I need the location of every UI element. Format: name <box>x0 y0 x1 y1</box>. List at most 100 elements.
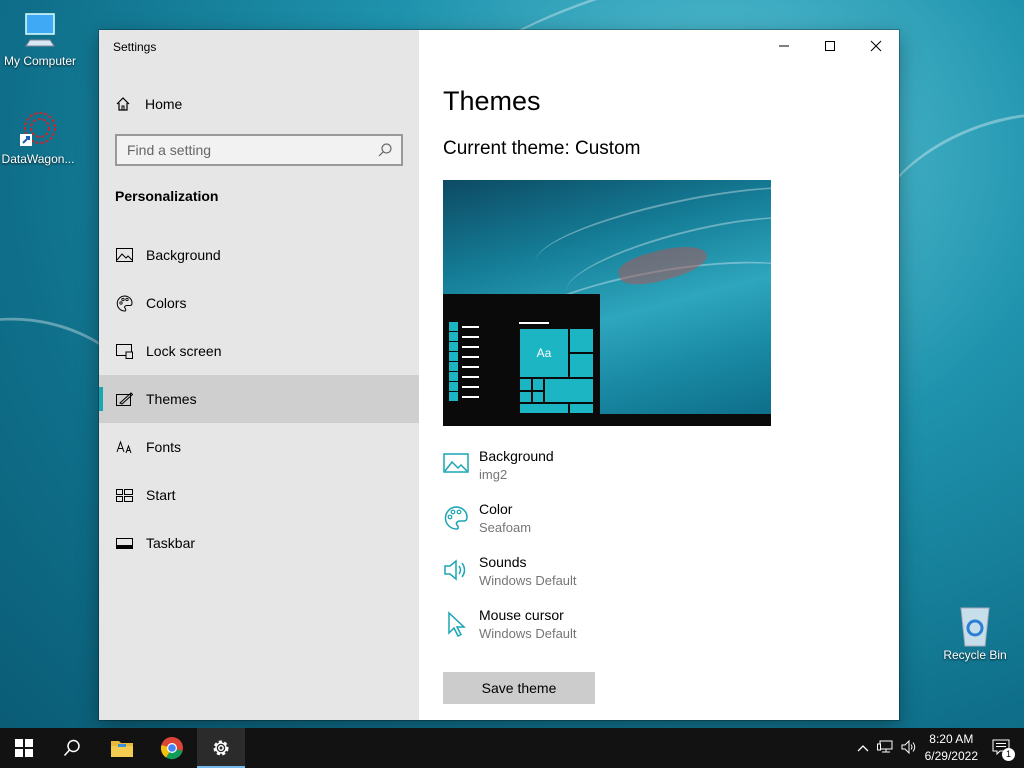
theme-item-name: Mouse cursor <box>479 607 564 623</box>
close-button[interactable] <box>853 30 899 62</box>
settings-icon <box>213 740 229 756</box>
chrome-button[interactable] <box>148 728 196 768</box>
minimize-button[interactable] <box>761 30 807 62</box>
window-controls <box>761 30 899 62</box>
network-icon <box>876 740 893 752</box>
start-button[interactable] <box>0 728 48 768</box>
search-icon <box>377 142 393 161</box>
preview-tile <box>532 391 544 403</box>
preview-tile <box>569 328 594 353</box>
close-icon <box>870 40 882 52</box>
sidebar-item-themes[interactable]: Themes <box>99 375 419 423</box>
preview-tile <box>519 403 569 414</box>
start-icon <box>115 486 133 504</box>
network-button[interactable] <box>876 740 893 757</box>
theme-item-value: img2 <box>479 467 508 482</box>
preview-app-row <box>449 362 479 371</box>
theme-items: Background img2 Color Seafoam Sounds Window… <box>443 448 577 660</box>
preview-app-row <box>449 372 479 381</box>
maximize-icon <box>825 41 835 51</box>
sidebar-item-label: Fonts <box>146 439 182 455</box>
theme-item-name: Background <box>479 448 554 464</box>
sidebar-item-fonts[interactable]: Fonts <box>99 423 419 471</box>
preview-app-row <box>449 332 479 341</box>
preview-tile <box>519 391 532 403</box>
sidebar-item-taskbar[interactable]: Taskbar <box>99 519 419 567</box>
recycle-bin-icon <box>955 604 995 647</box>
page-title: Themes <box>443 86 541 116</box>
desktop-icon-my-computer[interactable]: My Computer <box>0 10 80 68</box>
volume-button[interactable] <box>901 739 917 757</box>
preview-app-row <box>449 382 479 391</box>
system-tray: 8:20 AM 6/29/2022 1 <box>857 728 1024 768</box>
speaker-icon <box>443 558 469 584</box>
theme-item-name: Sounds <box>479 554 527 570</box>
preview-tile <box>569 403 594 414</box>
clock-time: 8:20 AM <box>929 732 974 746</box>
search-button[interactable] <box>48 728 96 768</box>
search-placeholder: Find a setting <box>127 142 212 158</box>
theme-item-background[interactable]: Background img2 <box>443 448 577 501</box>
picture-icon <box>443 452 469 478</box>
preview-app-row <box>449 342 479 351</box>
clock-date: 6/29/2022 <box>924 749 978 763</box>
home-icon <box>116 97 130 111</box>
sidebar-item-start[interactable]: Start <box>99 471 419 519</box>
preview-tile <box>519 378 532 391</box>
desktop-icon-datawagon[interactable]: DataWagon... <box>0 108 78 166</box>
clock[interactable]: 8:20 AM 6/29/2022 <box>925 731 978 765</box>
sidebar-item-label: Background <box>146 247 221 263</box>
search-input[interactable]: Find a setting <box>115 134 403 166</box>
show-hidden-icons-button[interactable] <box>857 741 869 755</box>
sidebar-item-label: Taskbar <box>146 535 196 551</box>
palette-icon <box>443 505 469 531</box>
sidebar-item-background[interactable]: Background <box>99 231 419 279</box>
settings-window: Settings Home Find a setting Personaliza… <box>99 30 899 720</box>
preview-tile <box>532 378 544 391</box>
maximize-button[interactable] <box>807 30 853 62</box>
theme-item-value: Windows Default <box>479 573 577 588</box>
window-title: Settings <box>113 40 157 54</box>
action-center-button[interactable]: 1 <box>992 739 1015 761</box>
preview-app-row <box>449 392 479 401</box>
theme-item-color[interactable]: Color Seafoam <box>443 501 577 554</box>
desktop-icon-recycle-bin[interactable]: Recycle Bin <box>935 604 1015 662</box>
theme-item-name: Color <box>479 501 513 517</box>
theme-item-value: Seafoam <box>479 520 532 535</box>
preview-tiles-header <box>519 322 549 324</box>
datawagon-shortcut-icon <box>18 108 58 148</box>
chevron-up-icon <box>857 745 869 752</box>
preview-tile <box>569 353 594 378</box>
theme-preview: Aa <box>443 180 771 426</box>
preview-tiles: Aa <box>519 328 594 414</box>
theme-item-sounds[interactable]: Sounds Windows Default <box>443 554 577 607</box>
save-theme-button[interactable]: Save theme <box>443 672 595 704</box>
picture-icon <box>115 246 133 264</box>
sidebar-item-colors[interactable]: Colors <box>99 279 419 327</box>
theme-item-value: Windows Default <box>479 626 577 641</box>
section-title: Personalization <box>115 188 219 204</box>
settings-taskbar-button[interactable] <box>197 728 245 768</box>
search-icon <box>63 739 80 757</box>
preview-app-list <box>449 322 479 402</box>
themes-icon <box>115 390 133 408</box>
home-link[interactable]: Home <box>115 94 182 114</box>
theme-item-mouse-cursor[interactable]: Mouse cursor Windows Default <box>443 607 577 660</box>
desktop-icon-label: DataWagon... <box>1 152 75 166</box>
minimize-icon <box>779 45 789 47</box>
computer-icon <box>20 10 60 50</box>
desktop-icon-label: Recycle Bin <box>943 648 1007 662</box>
sidebar-item-label: Themes <box>146 391 197 407</box>
taskbar: 8:20 AM 6/29/2022 1 <box>0 728 1024 768</box>
preview-start-menu: Aa <box>443 294 600 426</box>
sidebar-item-label: Colors <box>146 295 187 311</box>
windows-logo-icon <box>15 739 33 757</box>
home-label: Home <box>145 96 183 112</box>
preview-tile <box>544 378 594 403</box>
chrome-icon <box>160 737 183 760</box>
speaker-icon <box>901 739 915 754</box>
palette-icon <box>115 294 133 312</box>
file-explorer-button[interactable] <box>98 728 146 768</box>
sidebar-item-lock-screen[interactable]: Lock screen <box>99 327 419 375</box>
current-theme-label: Current theme: Custom <box>443 138 641 159</box>
